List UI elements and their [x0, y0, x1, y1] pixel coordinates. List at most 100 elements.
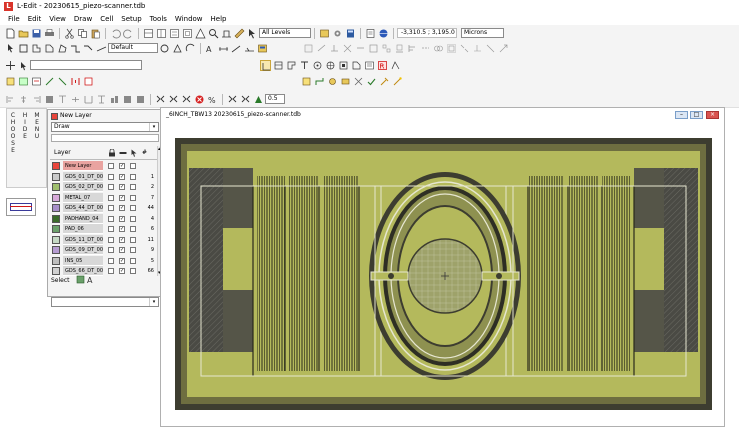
menu-cell[interactable]: Cell: [100, 15, 113, 23]
text-tool-icon[interactable]: [299, 60, 310, 71]
extract-mode-icon[interactable]: [485, 43, 496, 54]
layer-row[interactable]: GDS_01_DT_00 ✓ 1: [50, 171, 158, 182]
style-select[interactable]: Default: [108, 43, 158, 53]
distribute-icon[interactable]: [420, 43, 431, 54]
zoom-fit-icon[interactable]: [182, 28, 193, 39]
menu-setup[interactable]: Setup: [121, 15, 141, 23]
layer-row[interactable]: METAL_07 ✓ 7: [50, 192, 158, 203]
layer-color-swatch[interactable]: [52, 246, 60, 254]
shrink-icon[interactable]: [459, 43, 470, 54]
layer-visible-checkbox[interactable]: ✓: [119, 247, 125, 253]
calculator-icon[interactable]: [345, 28, 356, 39]
layer-color-swatch[interactable]: [52, 193, 60, 202]
zoom-icon[interactable]: [208, 28, 219, 39]
layer-selectable-checkbox[interactable]: [130, 247, 136, 253]
new-file-icon[interactable]: [5, 28, 16, 39]
cell-instance-icon[interactable]: [273, 60, 284, 71]
copy-icon[interactable]: [77, 28, 88, 39]
layer-visible-checkbox[interactable]: ✓: [119, 226, 125, 232]
layer-lock-checkbox[interactable]: [108, 257, 114, 264]
cell-browser-icon[interactable]: [257, 43, 268, 54]
select-arrow-icon[interactable]: [247, 28, 258, 39]
ruler-tool-icon[interactable]: [218, 43, 229, 54]
draw-mode-select[interactable]: Draw ▾: [51, 122, 159, 132]
node-icon[interactable]: [390, 60, 401, 71]
cell-view-icon[interactable]: [156, 28, 167, 39]
extract-run-icon[interactable]: [44, 76, 55, 87]
pointer-icon[interactable]: [5, 43, 16, 54]
undo-icon[interactable]: [110, 28, 121, 39]
route-icon[interactable]: [314, 76, 325, 87]
layout-view-icon[interactable]: [143, 28, 154, 39]
align-icon[interactable]: [407, 43, 418, 54]
units-select[interactable]: Microns: [461, 28, 504, 38]
drc-icon[interactable]: [195, 27, 206, 39]
ruler-icon[interactable]: [234, 28, 245, 39]
pin-icon[interactable]: [327, 76, 338, 87]
text-entry-field[interactable]: [30, 60, 142, 70]
tool-icon[interactable]: [379, 76, 390, 87]
align-middle-icon[interactable]: [57, 94, 68, 105]
percent-icon[interactable]: %: [207, 94, 218, 105]
navigator-thumbnail[interactable]: [6, 198, 36, 216]
polygon-tool-icon[interactable]: [57, 43, 68, 54]
boolean-icon[interactable]: [433, 43, 444, 54]
hide-tab[interactable]: H I D E: [21, 112, 29, 140]
layer-name[interactable]: METAL_07: [63, 192, 103, 203]
group-icon[interactable]: [368, 43, 379, 54]
ungroup-icon[interactable]: [381, 43, 392, 54]
menu-draw[interactable]: Draw: [74, 15, 92, 23]
merge-icon[interactable]: [342, 43, 353, 54]
select-layers-icon[interactable]: [76, 275, 85, 286]
select-mode-icon[interactable]: A: [87, 275, 96, 286]
layer-name[interactable]: GDS_44_DT_00: [63, 203, 103, 213]
layer-lock-checkbox[interactable]: [108, 215, 114, 222]
target-icon[interactable]: [312, 60, 323, 71]
layer-selectable-checkbox[interactable]: [130, 236, 136, 243]
open-folder-icon[interactable]: [18, 28, 29, 39]
layer-row[interactable]: GDS_09_DT_00 ✓ 9: [50, 245, 158, 255]
layer-visible-checkbox[interactable]: ✓: [119, 173, 125, 180]
maximize-button[interactable]: □: [690, 111, 703, 119]
layer-color-swatch[interactable]: [52, 183, 60, 191]
cross-section-icon[interactable]: [221, 28, 232, 39]
grid-snap-icon[interactable]: [227, 94, 238, 105]
layer-visible-checkbox[interactable]: ✓: [119, 215, 125, 222]
nibble-icon[interactable]: [355, 43, 366, 54]
orthogonal-wire-icon[interactable]: [70, 43, 81, 54]
report-icon[interactable]: [365, 28, 376, 39]
layer-row[interactable]: INS_05 ✓ 5: [50, 255, 158, 266]
same-size-icon[interactable]: [135, 94, 146, 105]
menu-window[interactable]: Window: [175, 15, 203, 23]
wizard-icon[interactable]: [392, 76, 403, 87]
instance-tool-icon[interactable]: [244, 43, 255, 54]
layer-color-swatch[interactable]: [52, 256, 60, 265]
layer-selectable-checkbox[interactable]: [130, 194, 136, 201]
flip-icon[interactable]: [303, 43, 314, 54]
layer-name[interactable]: PADHAND_04: [63, 213, 103, 224]
box-tool-icon[interactable]: [18, 43, 29, 54]
drc-setup-icon[interactable]: [31, 76, 42, 87]
rotate-icon[interactable]: [316, 43, 327, 54]
flatten-icon[interactable]: [394, 43, 405, 54]
close-button[interactable]: ×: [706, 111, 719, 119]
mirror-y-icon[interactable]: [168, 94, 179, 105]
rotate-90-icon[interactable]: [181, 94, 192, 105]
mirror-x-icon[interactable]: [155, 94, 166, 105]
distribute-h-icon[interactable]: [109, 94, 120, 105]
layer-selectable-checkbox[interactable]: [130, 184, 136, 190]
info-icon[interactable]: [498, 43, 509, 54]
layer-visible-checkbox[interactable]: ✓: [119, 268, 125, 274]
layer-selectable-checkbox[interactable]: [130, 215, 136, 222]
layer-filter-select[interactable]: All Levels: [259, 28, 311, 38]
align-bottom-icon[interactable]: [70, 94, 81, 105]
layer-visible-checkbox[interactable]: ✓: [119, 205, 125, 211]
layer-search-box[interactable]: [51, 134, 159, 142]
snap-icon[interactable]: [325, 60, 336, 71]
lvs-icon[interactable]: [70, 76, 81, 87]
align-left-icon[interactable]: [5, 94, 16, 105]
layout-canvas[interactable]: [161, 126, 724, 426]
align-top-icon[interactable]: [44, 94, 55, 105]
layer-visible-checkbox[interactable]: ✓: [119, 184, 125, 190]
distribute-v-icon[interactable]: [122, 94, 133, 105]
